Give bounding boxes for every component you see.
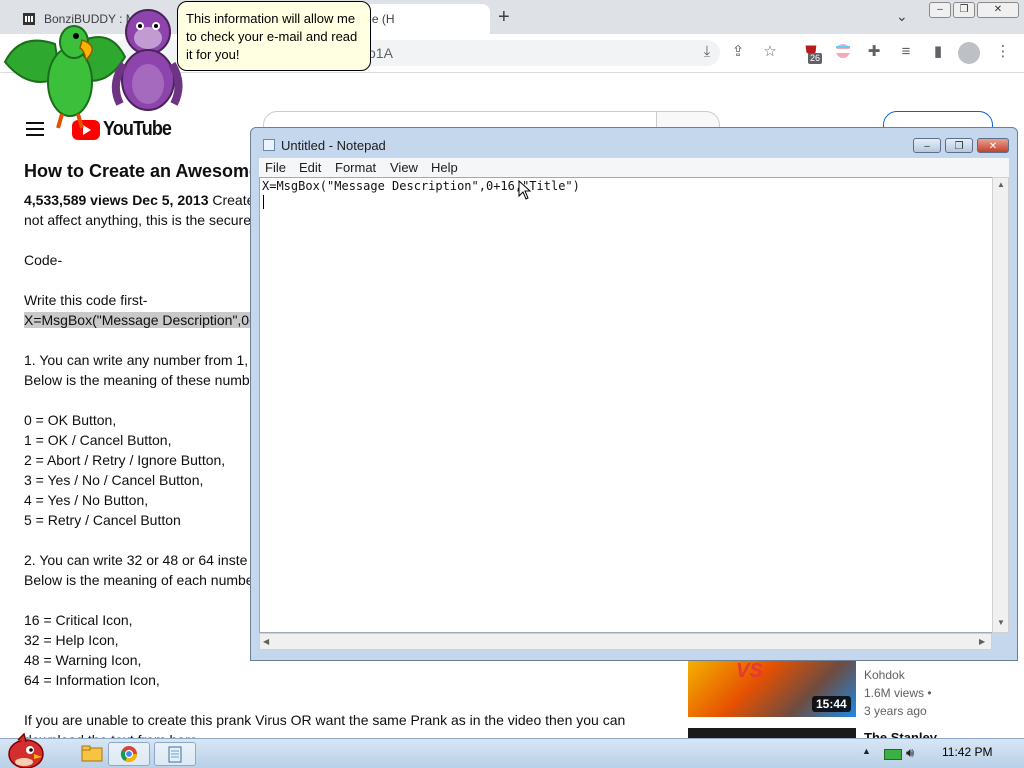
scroll-up-icon[interactable]: ▲ [997,180,1005,189]
description-line: 64 = Information Icon, [24,670,654,690]
angry-bird-start-icon[interactable] [4,730,46,768]
notepad-title: Untitled - Notepad [281,138,386,153]
share-icon[interactable]: ⇪ [729,43,747,61]
extension-badge: 26 [808,53,823,64]
menu-format[interactable]: Format [335,160,376,175]
notepad-content: X=MsgBox("Message Description",0+16,"Tit… [262,179,580,193]
horizontal-scrollbar[interactable]: ◀ ▶ [259,633,992,650]
duration-badge: 15:44 [812,696,851,712]
description-text: 0 = OK Button, [24,412,117,428]
notepad-text-area[interactable]: X=MsgBox("Message Description",0+16,"Tit… [259,177,1001,633]
upload-age: 3 years ago [864,704,927,718]
install-icon[interactable]: ⤓ [698,43,716,61]
media-queue-icon[interactable]: ≡ [897,43,915,61]
taskbar-clock[interactable]: 11:42 PM [942,745,992,759]
notepad-close-button[interactable]: ✕ [977,138,1009,153]
notepad-minimize-button[interactable]: – [913,138,941,153]
bonzi-speech-bubble: This information will allow me to check … [177,1,371,71]
description-text: If you are unable to create this prank V… [24,712,626,728]
description-text: not affect anything, this is the secure [24,212,251,228]
address-text: o1A [368,45,393,61]
menu-file[interactable]: File [265,160,286,175]
bookmark-star-icon[interactable]: ☆ [761,43,779,61]
file-explorer-icon[interactable] [72,742,112,764]
description-text: 1. You can write any number from 1, [24,352,249,368]
scroll-down-icon[interactable]: ▼ [997,618,1005,627]
description-text: 1 = OK / Cancel Button, [24,432,172,448]
description-line: If you are unable to create this prank V… [24,710,654,730]
channel-name[interactable]: Kohdok [864,668,905,682]
kebab-menu-icon[interactable]: ⋮ [994,43,1012,61]
notepad-maximize-button[interactable]: ❐ [945,138,973,153]
notepad-window[interactable]: Untitled - Notepad – ❐ ✕ File Edit Forma… [250,127,1018,661]
battery-icon[interactable] [884,749,902,760]
description-text: 16 = Critical Icon, [24,612,133,628]
side-panel-icon[interactable]: ▮ [929,43,947,61]
notepad-icon [263,139,275,151]
description-text: 4,533,589 views Dec 5, 2013 Create [24,192,255,208]
scroll-left-icon[interactable]: ◀ [263,637,269,646]
speech-text: This information will allow me to check … [186,11,358,62]
flag-extension-icon[interactable] [834,43,852,61]
puzzle-extensions-icon[interactable]: ✚ [865,43,883,61]
menu-help[interactable]: Help [431,160,458,175]
description-text: 32 = Help Icon, [24,632,119,648]
description-text: Code- [24,252,63,268]
close-button[interactable]: ✕ [977,2,1019,18]
description-text: 3 = Yes / No / Cancel Button, [24,472,204,488]
thumbnail-text: VS [736,660,763,682]
description-text: Write this code first- [24,292,148,308]
notepad-menubar: File Edit Format View Help [259,158,1009,177]
mouse-pointer-icon [518,179,532,203]
restore-button[interactable]: ❐ [953,2,975,18]
chrome-taskbar-icon[interactable] [108,742,150,766]
volume-icon[interactable]: 🔊︎ [906,745,914,761]
tray-expand-icon[interactable]: ▲ [862,746,871,756]
profile-avatar[interactable] [958,42,980,64]
menu-view[interactable]: View [390,160,418,175]
description-text: 64 = Information Icon, [24,672,160,688]
view-count: 1.6M views • [864,686,932,700]
tab-search-chevron-icon[interactable]: ⌄ [896,8,908,25]
description-text: Below is the meaning of each numbe [24,572,254,588]
description-text: 2. You can write 32 or 48 or 64 inste [24,552,248,568]
menu-edit[interactable]: Edit [299,160,321,175]
vertical-scrollbar[interactable]: ▲ ▼ [992,177,1009,633]
description-text: 5 = Retry / Cancel Button [24,512,181,528]
notepad-taskbar-icon[interactable] [154,742,196,766]
minimize-button[interactable]: – [929,2,951,18]
description-text: Below is the meaning of these numb [24,372,250,388]
description-text: 2 = Abort / Retry / Ignore Button, [24,452,226,468]
text-caret [263,195,264,209]
new-tab-button[interactable]: + [498,6,510,29]
description-text: X=MsgBox("Message Description",0+ [24,312,258,328]
description-text: 48 = Warning Icon, [24,652,142,668]
description-text: 4 = Yes / No Button, [24,492,149,508]
scroll-right-icon[interactable]: ▶ [979,637,985,646]
bonzi-gorilla-character-icon [111,9,183,111]
